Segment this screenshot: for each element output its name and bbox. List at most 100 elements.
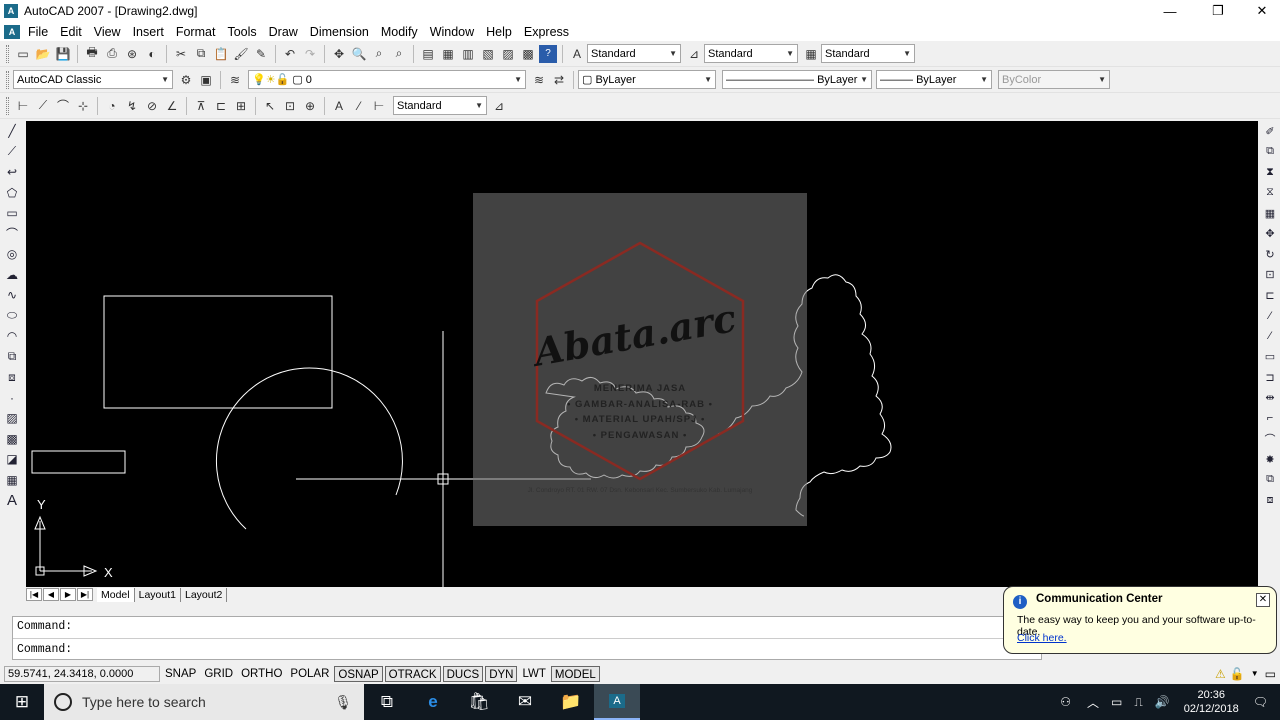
design-center-icon[interactable]: ▦: [439, 45, 457, 63]
arc-length-icon[interactable]: ⌒: [54, 97, 72, 115]
menu-format[interactable]: Format: [170, 25, 222, 39]
diameter-icon[interactable]: ⊘: [143, 97, 161, 115]
menu-window[interactable]: Window: [424, 25, 480, 39]
taskbar-clock[interactable]: 20:36 02/12/2018: [1184, 688, 1239, 716]
scale-icon[interactable]: ⊡: [1260, 265, 1280, 286]
mail-icon[interactable]: ✉: [502, 684, 548, 720]
windows-start-icon[interactable]: ⊞: [0, 684, 44, 720]
file-explorer-icon[interactable]: 📁: [548, 684, 594, 720]
toolbar-grip[interactable]: [6, 96, 9, 115]
3d-dwf-icon[interactable]: ◐: [143, 45, 161, 63]
menu-modify[interactable]: Modify: [375, 25, 424, 39]
jogged-icon[interactable]: ↯: [123, 97, 141, 115]
zoom-previous-icon[interactable]: ⌕: [390, 45, 408, 63]
table-style-icon[interactable]: ▦: [802, 45, 820, 63]
tab-model[interactable]: Model: [97, 587, 135, 602]
dim-edit-icon[interactable]: A: [330, 97, 348, 115]
prev-tab-icon[interactable]: ◀: [43, 588, 59, 601]
erase-icon[interactable]: ✐: [1260, 121, 1280, 142]
linetype-select[interactable]: ———————— ByLayer ▼: [722, 70, 872, 89]
open-icon[interactable]: 📂: [34, 45, 52, 63]
calculator-icon[interactable]: ▩: [519, 45, 537, 63]
quick-dim-icon[interactable]: ⊼: [192, 97, 210, 115]
menu-dimension[interactable]: Dimension: [304, 25, 375, 39]
toolbar-grip[interactable]: [6, 70, 9, 89]
point-icon[interactable]: ·: [0, 388, 24, 409]
tab-layout2[interactable]: Layout2: [181, 587, 228, 602]
osnap-toggle[interactable]: OSNAP: [334, 665, 383, 682]
linear-dim-icon[interactable]: ⊢: [14, 97, 32, 115]
ortho-toggle[interactable]: ORTHO: [238, 666, 285, 682]
extend-icon[interactable]: ⁄: [1260, 326, 1280, 347]
next-tab-icon[interactable]: ▶: [60, 588, 76, 601]
restore-button[interactable]: ❐: [1196, 0, 1240, 22]
revision-cloud-icon[interactable]: ☁: [0, 265, 24, 286]
layer-select[interactable]: 💡☀🔓 ▢ 0 ▼: [248, 70, 526, 89]
minimize-button[interactable]: —: [1148, 0, 1192, 22]
autocad-taskbar-icon[interactable]: A: [594, 684, 640, 720]
dim-style-icon[interactable]: ⊿: [685, 45, 703, 63]
trim-icon[interactable]: ⁄: [1260, 306, 1280, 327]
edge-browser-icon[interactable]: e: [410, 684, 456, 720]
tab-layout1[interactable]: Layout1: [135, 587, 181, 602]
spline-icon[interactable]: ∿: [0, 285, 24, 306]
communication-center-icon[interactable]: ⚠: [1215, 667, 1226, 681]
taskbar-search[interactable]: Type here to search 🎙: [44, 684, 364, 720]
battery-icon[interactable]: ▭: [1111, 695, 1122, 709]
join-icon[interactable]: ⇹: [1260, 388, 1280, 409]
zoom-realtime-icon[interactable]: 🔍: [350, 45, 368, 63]
menu-insert[interactable]: Insert: [127, 25, 170, 39]
snap-toggle[interactable]: SNAP: [162, 666, 199, 682]
document-icon[interactable]: A: [4, 24, 20, 39]
table-style-select[interactable]: Standard ▼: [821, 44, 915, 63]
aligned-dim-icon[interactable]: ⟋: [34, 97, 52, 115]
copy-object-icon[interactable]: ⧉: [1260, 142, 1280, 163]
radius-icon[interactable]: ◔: [103, 97, 121, 115]
dim-text-edit-icon[interactable]: ⁄: [350, 97, 368, 115]
multiline-text-icon[interactable]: A: [0, 490, 24, 511]
menu-edit[interactable]: Edit: [54, 25, 88, 39]
polygon-icon[interactable]: ⬠: [0, 183, 24, 204]
offset-icon[interactable]: ⧖: [1260, 183, 1280, 204]
hatch-icon[interactable]: ▨: [0, 408, 24, 429]
balloon-close-icon[interactable]: ✕: [1256, 593, 1270, 607]
menu-express[interactable]: Express: [518, 25, 575, 39]
dim-update-icon[interactable]: ⊢: [370, 97, 388, 115]
gradient-icon[interactable]: ▩: [0, 429, 24, 450]
polar-toggle[interactable]: POLAR: [287, 666, 332, 682]
first-tab-icon[interactable]: |◀: [26, 588, 42, 601]
baseline-icon[interactable]: ⊏: [212, 97, 230, 115]
ellipse-arc-icon[interactable]: ◠: [0, 326, 24, 347]
paste-icon[interactable]: 📋: [212, 45, 230, 63]
text-style-select[interactable]: Standard ▼: [587, 44, 681, 63]
draworder-icon[interactable]: ⧉: [1260, 470, 1280, 491]
make-block-icon[interactable]: ⧈: [0, 367, 24, 388]
sheet-set-icon[interactable]: ▧: [479, 45, 497, 63]
balloon-link[interactable]: Click here.: [1017, 632, 1067, 644]
undo-icon[interactable]: ↶: [281, 45, 299, 63]
network-icon[interactable]: ⎍: [1134, 695, 1142, 710]
block-editor-icon[interactable]: ✎: [252, 45, 270, 63]
pan-icon[interactable]: ✥: [330, 45, 348, 63]
plot-icon[interactable]: 🖶: [83, 45, 101, 63]
notifications-icon[interactable]: 🗨: [1253, 695, 1268, 709]
circle-icon[interactable]: ◎: [0, 244, 24, 265]
show-hidden-icons-icon[interactable]: ︿: [1087, 694, 1099, 711]
workspace-select[interactable]: AutoCAD Classic ▼: [13, 70, 173, 89]
copy-icon[interactable]: ⧉: [192, 45, 210, 63]
autocad-app-icon[interactable]: A: [4, 4, 18, 18]
task-view-icon[interactable]: ⧉: [364, 684, 410, 720]
new-icon[interactable]: ▭: [14, 45, 32, 63]
dim-style-manager-icon[interactable]: ⊿: [490, 97, 508, 115]
rectangle-icon[interactable]: ▭: [0, 203, 24, 224]
help-icon[interactable]: ?: [539, 44, 557, 63]
ducs-toggle[interactable]: DUCS: [442, 665, 484, 682]
redo-icon[interactable]: ↷: [301, 45, 319, 63]
chamfer-icon[interactable]: ⌐: [1260, 408, 1280, 429]
construction-line-icon[interactable]: ⟋: [0, 142, 24, 163]
break-icon[interactable]: ⊐: [1260, 367, 1280, 388]
array-icon[interactable]: ▦: [1260, 203, 1280, 224]
lwt-toggle[interactable]: LWT: [519, 666, 548, 682]
status-menu-arrow-icon[interactable]: ▼: [1251, 669, 1259, 678]
menu-help[interactable]: Help: [480, 25, 518, 39]
